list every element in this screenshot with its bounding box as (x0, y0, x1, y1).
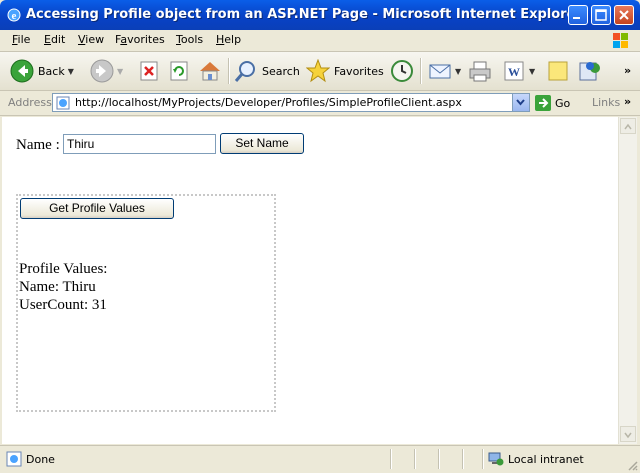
scroll-up-button[interactable] (620, 118, 636, 134)
back-button[interactable]: Back ▼ (10, 57, 74, 85)
forward-button[interactable]: ▼ (90, 57, 123, 85)
address-label: Address (8, 96, 52, 109)
printer-icon (469, 61, 491, 82)
refresh-icon (170, 61, 188, 81)
history-icon (391, 60, 413, 82)
edit-dropdown-icon[interactable]: ▼ (529, 67, 535, 76)
messenger-button[interactable] (578, 57, 602, 85)
toolbar-separator (228, 58, 230, 84)
address-input[interactable]: http://localhost/MyProjects/Developer/Pr… (52, 93, 530, 112)
chevron-down-icon (516, 99, 525, 106)
menu-bar: File Edit View Favorites Tools Help (0, 30, 640, 52)
window-title: Accessing Profile object from an ASP.NET… (26, 7, 582, 22)
security-zone-text: Local intranet (508, 453, 584, 466)
forward-dropdown-icon[interactable]: ▼ (117, 67, 123, 76)
edit-button[interactable]: W ▼ (502, 57, 535, 85)
profile-usercount-value: UserCount: 31 (19, 297, 107, 313)
ie-logo-icon: e (7, 8, 21, 22)
maximize-icon (595, 9, 607, 21)
page-done-icon (6, 451, 22, 467)
search-icon (234, 61, 255, 82)
name-input[interactable] (63, 134, 216, 154)
mail-button[interactable]: ▼ (428, 57, 461, 85)
note-icon (548, 61, 568, 81)
page-content: Name : Set Name Get Profile Values Profi… (2, 117, 618, 444)
status-divider (390, 449, 392, 469)
search-button[interactable]: Search (234, 57, 300, 85)
profile-values-heading: Profile Values: (19, 261, 108, 277)
maximize-button[interactable] (591, 5, 611, 25)
menu-tools[interactable]: Tools (176, 33, 203, 46)
page-favicon-icon (56, 96, 70, 110)
toolbar: Back ▼ ▼ Search Favorites ▼ W ▼ » (0, 52, 640, 91)
favorites-button[interactable]: Favorites (306, 57, 384, 85)
local-intranet-icon (488, 452, 504, 466)
vertical-scrollbar[interactable] (618, 117, 637, 444)
mail-dropdown-icon[interactable]: ▼ (455, 67, 461, 76)
stop-button[interactable] (138, 57, 160, 85)
stop-icon (140, 61, 158, 81)
home-button[interactable] (198, 57, 222, 85)
refresh-button[interactable] (168, 57, 190, 85)
links-overflow-icon[interactable]: » (624, 95, 631, 108)
status-divider (482, 449, 484, 469)
windows-flag-icon (613, 33, 628, 48)
toolbar-separator (420, 58, 422, 84)
history-button[interactable] (390, 57, 414, 85)
address-dropdown-button[interactable] (512, 94, 529, 111)
status-divider (438, 449, 440, 469)
menu-help[interactable]: Help (216, 33, 241, 46)
scroll-up-arrow-icon (624, 123, 632, 130)
go-arrow-icon (535, 95, 551, 111)
word-edit-icon: W (504, 61, 524, 81)
toolbar-overflow-icon[interactable]: » (624, 64, 631, 77)
menu-file[interactable]: File (12, 33, 30, 46)
minimize-icon (573, 17, 580, 19)
back-dropdown-icon[interactable]: ▼ (68, 67, 74, 76)
favorites-star-icon (306, 59, 330, 83)
discuss-button[interactable] (546, 57, 570, 85)
home-icon (200, 62, 220, 81)
close-icon (619, 10, 629, 20)
svg-text:e: e (12, 10, 17, 22)
browser-window: e Accessing Profile object from an ASP.N… (0, 0, 640, 473)
menu-edit[interactable]: Edit (44, 33, 65, 46)
name-label: Name : (16, 137, 60, 153)
get-profile-values-button[interactable]: Get Profile Values (20, 198, 174, 219)
status-text: Done (26, 453, 55, 466)
mail-icon (429, 64, 451, 79)
address-bar: Address http://localhost/MyProjects/Deve… (0, 91, 640, 116)
status-divider (462, 449, 464, 469)
minimize-button[interactable] (568, 5, 588, 25)
messenger-icon (579, 62, 600, 81)
profile-name-value: Name: Thiru (19, 279, 96, 295)
scroll-down-button[interactable] (620, 426, 636, 442)
set-name-button[interactable]: Set Name (220, 133, 304, 154)
resize-grip-icon[interactable] (626, 459, 638, 471)
address-url: http://localhost/MyProjects/Developer/Pr… (75, 96, 462, 109)
print-button[interactable] (468, 57, 492, 85)
status-divider (414, 449, 416, 469)
go-button[interactable]: Go (534, 94, 570, 112)
status-bar: Done Local intranet (0, 445, 640, 473)
menu-view[interactable]: View (78, 33, 104, 46)
forward-arrow-icon (90, 59, 114, 83)
links-label[interactable]: Links (592, 96, 620, 109)
svg-text:W: W (508, 65, 520, 79)
menu-favorites[interactable]: Favorites (115, 33, 165, 46)
back-arrow-icon (10, 59, 34, 83)
close-button[interactable] (614, 5, 634, 25)
scroll-down-arrow-icon (624, 432, 632, 439)
title-bar[interactable]: e Accessing Profile object from an ASP.N… (0, 0, 640, 30)
